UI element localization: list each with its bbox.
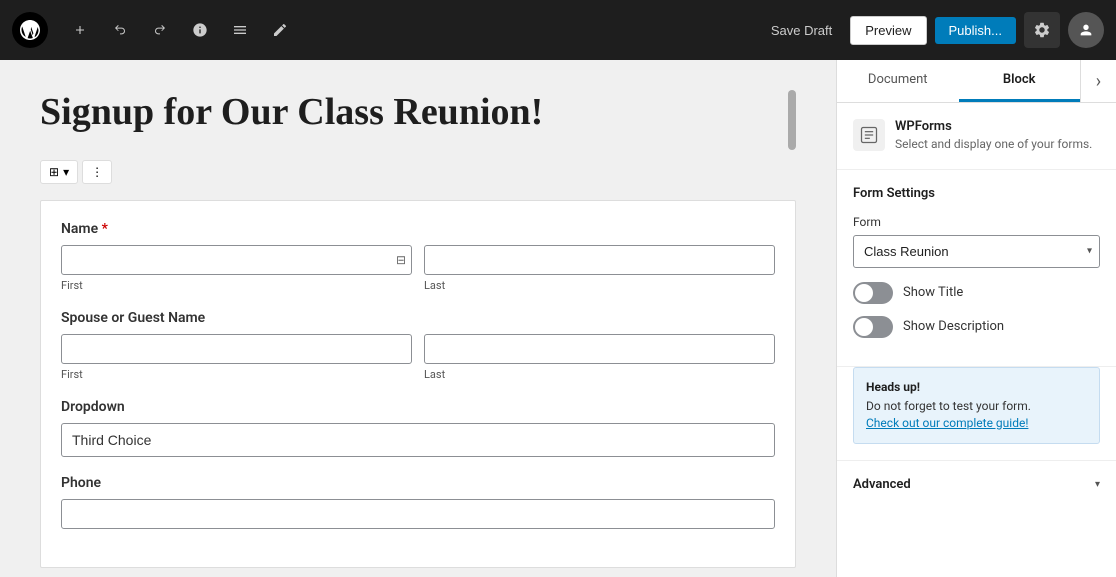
sidebar-expand-arrow[interactable]: › xyxy=(1080,60,1116,102)
advanced-title: Advanced xyxy=(853,477,911,492)
spouse-last-label: Last xyxy=(424,368,775,381)
block-description: Select and display one of your forms. xyxy=(895,136,1092,153)
spouse-name-row: First Last xyxy=(61,334,775,381)
heads-up-title: Heads up! xyxy=(866,380,1087,394)
phone-label: Phone xyxy=(61,475,775,491)
phone-input[interactable] xyxy=(61,499,775,529)
spouse-first-input[interactable] xyxy=(61,334,412,364)
tab-document[interactable]: Document xyxy=(837,60,959,102)
tab-block[interactable]: Block xyxy=(959,60,1081,102)
first-name-input-wrapper: ⊟ xyxy=(61,245,412,275)
form-select-wrapper: Class Reunion ▾ xyxy=(853,235,1100,268)
dropdown-input[interactable] xyxy=(61,423,775,457)
heads-up-box: Heads up! Do not forget to test your for… xyxy=(853,367,1100,445)
spouse-last-col: Last xyxy=(424,334,775,381)
heads-up-link[interactable]: Check out our complete guide! xyxy=(866,416,1028,430)
block-toolbar: ⊞ ▾ ⋮ xyxy=(40,160,796,184)
phone-field: Phone xyxy=(61,475,775,529)
name-label: Name * xyxy=(61,221,775,237)
first-name-label: First xyxy=(61,279,412,292)
show-title-toggle[interactable] xyxy=(853,282,893,304)
page-title: Signup for Our Class Reunion! xyxy=(40,90,796,136)
toggle-knob-desc xyxy=(855,318,873,336)
block-name: WPForms xyxy=(895,119,1092,134)
sidebar-tabs: Document Block › xyxy=(837,60,1116,103)
form-icon: ⊞ xyxy=(49,165,59,179)
more-options-icon: ⋮ xyxy=(91,165,103,179)
last-name-label: Last xyxy=(424,279,775,292)
name-field: Name * ⊟ First Last xyxy=(61,221,775,292)
show-description-label: Show Description xyxy=(903,319,1004,334)
wpforms-block: ⊞ ▾ ⋮ Name * xyxy=(40,160,796,568)
wp-logo[interactable] xyxy=(12,12,48,48)
spouse-name-field: Spouse or Guest Name First Last xyxy=(61,310,775,381)
spouse-first-col: First xyxy=(61,334,412,381)
advanced-header[interactable]: Advanced ▾ xyxy=(853,477,1100,492)
form-field-label: Form xyxy=(853,215,1100,229)
preview-button[interactable]: Preview xyxy=(850,16,926,45)
last-name-col: Last xyxy=(424,245,775,292)
heads-up-text: Do not forget to test your form. Check o… xyxy=(866,398,1087,432)
show-description-toggle-row: Show Description xyxy=(853,316,1100,338)
spouse-name-label: Spouse or Guest Name xyxy=(61,310,775,326)
toggle-knob xyxy=(855,284,873,302)
wpforms-block-icon xyxy=(853,119,885,151)
show-title-toggle-row: Show Title xyxy=(853,282,1100,304)
info-button[interactable] xyxy=(184,14,216,46)
first-name-input[interactable] xyxy=(61,245,412,275)
calendar-icon: ⊟ xyxy=(396,253,406,267)
editor-area: Signup for Our Class Reunion! ⊞ ▾ ⋮ Name… xyxy=(0,60,836,577)
block-more-options-button[interactable]: ⋮ xyxy=(82,160,112,184)
spouse-last-input[interactable] xyxy=(424,334,775,364)
block-toolbar-dropdown-arrow: ▾ xyxy=(63,165,69,179)
first-name-col: ⊟ First xyxy=(61,245,412,292)
add-block-button[interactable] xyxy=(64,14,96,46)
block-form-select-button[interactable]: ⊞ ▾ xyxy=(40,160,78,184)
required-indicator: * xyxy=(102,221,108,237)
show-title-label: Show Title xyxy=(903,285,963,300)
form-settings-title: Form Settings xyxy=(853,186,1100,201)
tools-button[interactable] xyxy=(264,14,296,46)
list-view-button[interactable] xyxy=(224,14,256,46)
settings-button[interactable] xyxy=(1024,12,1060,48)
undo-button[interactable] xyxy=(104,14,136,46)
main-layout: Signup for Our Class Reunion! ⊞ ▾ ⋮ Name… xyxy=(0,60,1116,577)
redo-button[interactable] xyxy=(144,14,176,46)
toolbar: Save Draft Preview Publish... xyxy=(0,0,1116,60)
form-select[interactable]: Class Reunion xyxy=(853,235,1100,268)
user-avatar[interactable] xyxy=(1068,12,1104,48)
block-info: WPForms Select and display one of your f… xyxy=(837,103,1116,170)
dropdown-field: Dropdown xyxy=(61,399,775,457)
last-name-input[interactable] xyxy=(424,245,775,275)
publish-button[interactable]: Publish... xyxy=(935,17,1016,44)
spouse-first-label: First xyxy=(61,368,412,381)
advanced-section: Advanced ▾ xyxy=(837,460,1116,508)
show-description-toggle[interactable] xyxy=(853,316,893,338)
save-draft-button[interactable]: Save Draft xyxy=(761,17,842,44)
advanced-collapse-arrow: ▾ xyxy=(1095,479,1100,490)
name-row: ⊟ First Last xyxy=(61,245,775,292)
dropdown-label: Dropdown xyxy=(61,399,775,415)
sidebar: Document Block › WPForms Select and disp… xyxy=(836,60,1116,577)
form-preview: Name * ⊟ First Last xyxy=(40,200,796,568)
form-settings-section: Form Settings Form Class Reunion ▾ Show … xyxy=(837,170,1116,367)
scrollbar-thumb[interactable] xyxy=(788,90,796,150)
